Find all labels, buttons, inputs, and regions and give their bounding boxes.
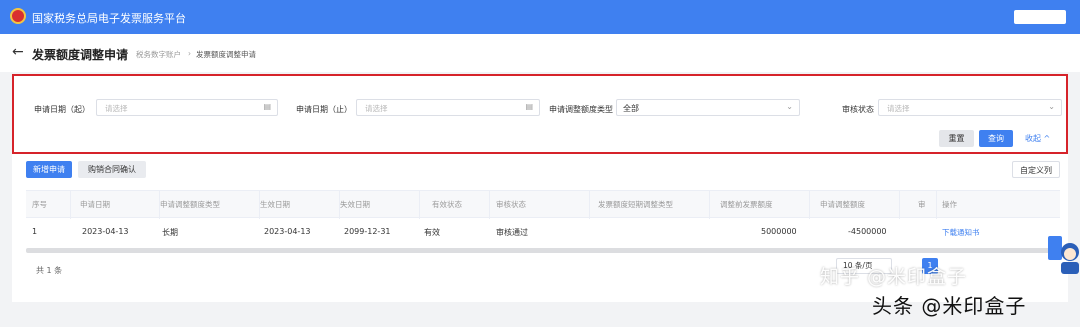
column-divider (899, 191, 900, 219)
purchase-contract-button[interactable]: 购销合同确认 (78, 161, 146, 178)
column-header: 生效日期 (260, 200, 290, 209)
collapse-toggle[interactable]: 收起 ^ (1025, 133, 1050, 144)
table-cell: -4500000 (848, 227, 887, 236)
column-divider (70, 191, 71, 219)
start-date-placeholder: 请选择 (105, 104, 128, 113)
toutiao-watermark: 头条 @米印盒子 (872, 294, 1027, 318)
mascot-icon[interactable] (1046, 232, 1080, 276)
table-cell: 2023-04-13 (82, 227, 129, 236)
download-notice-link[interactable]: 下载通知书 (942, 227, 980, 238)
table-cell: 长期 (162, 228, 178, 237)
arrow-left-icon[interactable]: ← (12, 44, 24, 60)
column-divider (419, 191, 420, 219)
app-title: 国家税务总局电子发票服务平台 (32, 12, 186, 25)
adjust-type-select[interactable]: 全部 ⌄ (616, 99, 800, 116)
end-date-picker[interactable]: 请选择 ▤ (356, 99, 540, 116)
chevron-down-icon: ⌄ (1048, 102, 1055, 111)
table-cell: 5000000 (761, 227, 797, 236)
table-cell: 审核通过 (496, 228, 528, 237)
adjust-type-label: 申请调整额度类型 (549, 105, 613, 114)
calendar-icon: ▤ (263, 102, 271, 111)
top-search-box[interactable] (1014, 10, 1066, 24)
horizontal-scrollbar[interactable] (26, 248, 1060, 253)
column-header: 失效日期 (340, 200, 370, 209)
column-divider (589, 191, 590, 219)
start-date-picker[interactable]: 请选择 ▤ (96, 99, 278, 116)
page-header: ← 发票额度调整申请 税务数字账户 › 发票额度调整申请 (0, 34, 1080, 72)
table-cell: 2023-04-13 (264, 227, 311, 236)
new-application-button[interactable]: 新增申请 (26, 161, 72, 178)
breadcrumb-item-account[interactable]: 税务数字账户 (136, 49, 181, 60)
total-count: 共 1 条 (36, 266, 63, 275)
start-date-label: 申请日期（起） (34, 105, 90, 114)
tax-emblem-logo-icon (10, 8, 26, 24)
table-cell: 1 (32, 227, 38, 236)
column-header: 序号 (32, 200, 47, 209)
review-status-label: 审核状态 (842, 105, 874, 114)
column-header: 发票额度短期调整类型 (598, 200, 673, 209)
query-button[interactable]: 查询 (979, 130, 1013, 147)
column-header: 申请调整额度类型 (160, 200, 220, 209)
filter-panel: 申请日期（起） 请选择 ▤ 申请日期（止） 请选择 ▤ 申请调整额度类型 全部 … (12, 74, 1068, 154)
reset-button[interactable]: 重置 (939, 130, 974, 147)
end-date-placeholder: 请选择 (365, 104, 388, 113)
column-header: 申请日期 (80, 200, 110, 209)
page-title: 发票额度调整申请 (32, 48, 129, 62)
adjust-type-value: 全部 (623, 104, 639, 113)
calendar-icon: ▤ (525, 102, 533, 111)
column-divider (709, 191, 710, 219)
column-header: 审 (918, 200, 926, 209)
custom-columns-button[interactable]: 自定义列 (1012, 161, 1060, 178)
results-table: 序号 申请日期 申请调整额度类型 生效日期 失效日期 有效状态 审核状态 发票额… (26, 190, 1060, 250)
column-header: 操作 (942, 200, 957, 209)
column-header: 申请调整额度 (820, 200, 865, 209)
chevron-down-icon: ⌄ (786, 102, 793, 111)
breadcrumb-separator: › (188, 49, 191, 58)
table-cell: 2099-12-31 (344, 227, 391, 236)
end-date-label: 申请日期（止） (296, 105, 352, 114)
breadcrumb-item-current: 发票额度调整申请 (196, 50, 256, 59)
table-cell: 有效 (424, 228, 440, 237)
top-bar: 国家税务总局电子发票服务平台 (0, 0, 1080, 34)
column-divider (809, 191, 810, 219)
column-header: 有效状态 (432, 200, 462, 209)
review-status-select[interactable]: 请选择 ⌄ (878, 99, 1062, 116)
column-header: 调整前发票额度 (720, 200, 773, 209)
column-divider (489, 191, 490, 219)
column-header: 审核状态 (496, 200, 526, 209)
zhihu-watermark: 知乎 @米印盒子 (820, 266, 968, 288)
column-divider (936, 191, 937, 219)
review-status-placeholder: 请选择 (887, 104, 910, 113)
